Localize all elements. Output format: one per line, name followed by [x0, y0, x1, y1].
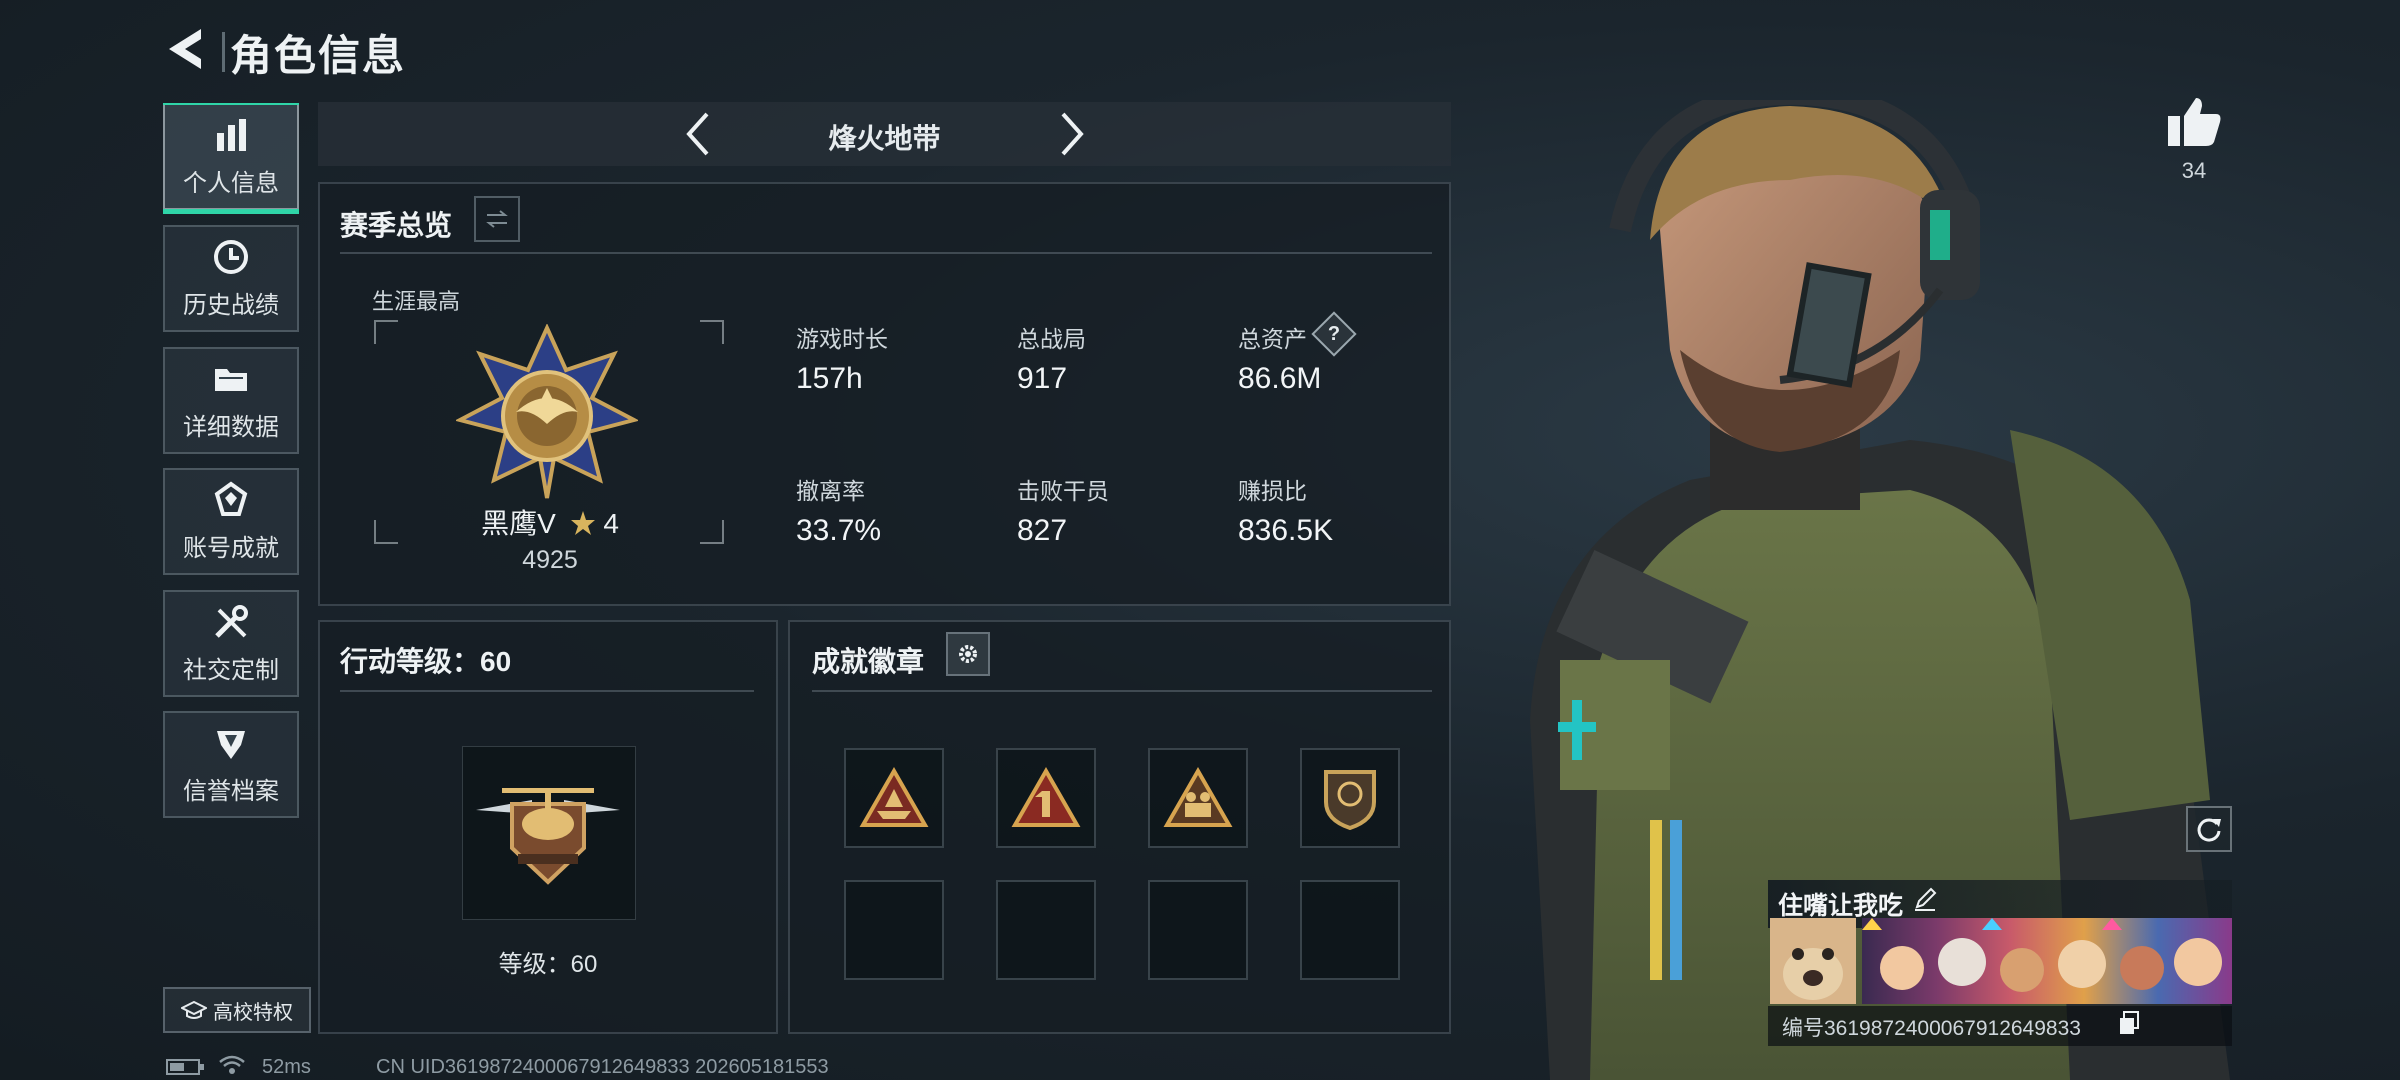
sidebar-item-personal-info[interactable]: 个人信息 [163, 103, 299, 214]
party-banner-icon [1862, 918, 2222, 992]
rank-name: 黑鹰V [481, 508, 556, 539]
rank-stars: 4 [603, 508, 619, 539]
achievement-badge-slot[interactable] [1300, 748, 1400, 848]
frame-corner [700, 320, 724, 344]
avatar[interactable] [1770, 918, 1856, 1004]
graduation-cap-icon [181, 1000, 207, 1019]
achievements-settings-button[interactable] [946, 632, 990, 676]
stat-label-total-matches: 总战局 [1017, 326, 1086, 352]
shield-badge-icon [217, 731, 245, 759]
frame-corner [700, 520, 724, 544]
like-button[interactable] [2166, 96, 2222, 152]
action-level-title: 行动等级：60 [340, 646, 512, 677]
achievements-title: 成就徽章 [812, 646, 925, 677]
tools-icon [215, 605, 248, 638]
stat-value-playtime: 157h [796, 362, 863, 395]
sidebar-item-label: 信誉档案 [183, 778, 279, 805]
stat-value-operators-defeated: 827 [1017, 514, 1068, 547]
like-count: 34 [2181, 158, 2207, 183]
sidebar-item-label: 社交定制 [183, 657, 279, 684]
uid-text: CN UID3619872400067912649833 20260518155… [376, 1056, 829, 1078]
title-divider [222, 32, 225, 72]
swap-arrows-icon [486, 210, 508, 228]
pencil-icon [1915, 887, 1937, 911]
refresh-button[interactable] [2186, 806, 2232, 852]
battery-icon [166, 1059, 204, 1075]
action-level-divider [340, 690, 754, 692]
edit-name-button[interactable] [1908, 882, 1942, 916]
stat-value-extract-rate: 33.7% [796, 514, 882, 547]
mode-title: 烽火地带 [828, 123, 941, 154]
sidebar-item-social[interactable]: 社交定制 [163, 590, 299, 697]
back-arrow-icon [169, 29, 201, 69]
profile-name: 住嘴让我吃 [1778, 892, 1904, 920]
stat-value-total-matches: 917 [1017, 362, 1068, 395]
stat-label-total-assets: 总资产 [1238, 326, 1307, 352]
achievement-badge-slot[interactable] [844, 748, 944, 848]
achievements-divider [812, 690, 1432, 692]
sidebar-item-details[interactable]: 详细数据 [163, 347, 299, 454]
triangle-figures-badge-icon [1163, 767, 1233, 827]
profile-banner[interactable] [1862, 918, 2232, 1004]
copy-icon [2120, 1011, 2139, 1034]
stat-label-playtime: 游戏时长 [796, 326, 888, 352]
achievement-icon [214, 481, 248, 516]
star-icon [570, 511, 595, 535]
triangle-ship-badge-icon [859, 767, 929, 827]
rank-emblem-icon [456, 324, 638, 499]
back-button[interactable] [160, 24, 210, 74]
rank-line: 黑鹰V 4 [440, 502, 660, 542]
clock-icon [214, 240, 248, 274]
helicopter-emblem-icon [476, 788, 620, 885]
ping-text: 52ms [262, 1056, 311, 1078]
sidebar-item-label: 个人信息 [183, 170, 279, 197]
campus-privilege-button[interactable]: 高校特权 [163, 987, 311, 1033]
career-best-label: 生涯最高 [372, 289, 461, 314]
sidebar-item-reputation[interactable]: 信誉档案 [163, 711, 299, 818]
folder-icon [215, 369, 247, 391]
sidebar-item-label: 历史战绩 [183, 292, 279, 319]
season-overview-title: 赛季总览 [340, 210, 453, 241]
bar-chart-icon [217, 119, 246, 151]
chevron-right-icon [1061, 112, 1084, 156]
sidebar-item-achievements[interactable]: 账号成就 [163, 468, 299, 575]
achievement-badge-slot-empty[interactable] [996, 880, 1096, 980]
stat-value-profit-loss-ratio: 836.5K [1238, 514, 1334, 547]
copy-id-button[interactable] [2116, 1010, 2144, 1038]
stat-value-total-assets: 86.6M [1238, 362, 1322, 395]
rank-score: 4925 [522, 546, 578, 574]
stat-label-operators-defeated: 击败干员 [1017, 478, 1109, 504]
achievement-badge-slot[interactable] [996, 748, 1096, 848]
cat-avatar-icon [1770, 918, 1856, 1004]
achievement-badge-slot[interactable] [1148, 748, 1248, 848]
triangle-one-badge-icon [1011, 767, 1081, 827]
refresh-icon [2197, 818, 2221, 842]
gear-icon [959, 645, 977, 663]
stat-label-profit-loss-ratio: 赚损比 [1238, 478, 1307, 504]
profile-id: 编号3619872400067912649833 [1782, 1017, 2081, 1040]
frame-corner [374, 320, 398, 344]
season-divider [340, 252, 1432, 254]
wifi-icon [219, 1055, 245, 1074]
sidebar-item-label: 详细数据 [183, 414, 279, 441]
achievement-badge-slot-empty[interactable] [1148, 880, 1248, 980]
sidebar-item-history[interactable]: 历史战绩 [163, 225, 299, 332]
page-title: 角色信息 [230, 32, 407, 79]
season-switch-button[interactable] [474, 196, 520, 242]
thumbs-up-icon [2168, 98, 2221, 146]
sidebar-item-label: 账号成就 [183, 535, 279, 562]
campus-privilege-label: 高校特权 [213, 1001, 293, 1024]
help-icon: ? [1327, 323, 1341, 345]
achievement-badge-slot-empty[interactable] [844, 880, 944, 980]
achievement-badge-slot-empty[interactable] [1300, 880, 1400, 980]
action-level-label: 等级：60 [498, 951, 598, 978]
shield-head-badge-icon [1324, 770, 1376, 830]
frame-corner [374, 520, 398, 544]
stat-label-extract-rate: 撤离率 [796, 478, 865, 504]
mode-next-button[interactable] [1042, 106, 1102, 162]
